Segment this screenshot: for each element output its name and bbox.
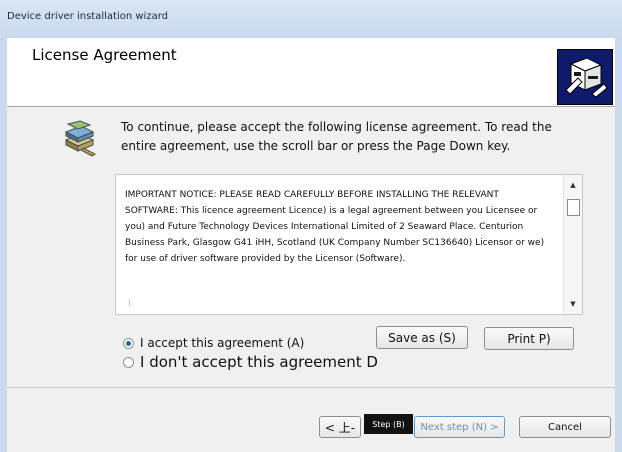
save-as-button[interactable]: Save as (S): [376, 326, 468, 349]
hardware-install-icon: [557, 49, 613, 105]
license-text-box[interactable]: IMPORTANT NOTICE: PLEASE READ CAREFULLY …: [115, 174, 583, 315]
header-panel: License Agreement: [7, 38, 615, 107]
back-step-tooltip: Step (B): [364, 414, 413, 434]
window-border-right: [615, 38, 622, 452]
accept-option[interactable]: I accept this agreement (A): [123, 334, 304, 352]
next-step-button[interactable]: Next step (N) >: [414, 416, 505, 438]
license-scrollbar[interactable]: ▲ ▼: [563, 175, 582, 314]
decline-label[interactable]: I don't accept this agreement D: [140, 353, 378, 371]
window-border-left: [0, 38, 7, 452]
cancel-button[interactable]: Cancel: [519, 416, 611, 438]
cursor-mark: [129, 299, 130, 306]
scroll-up-arrow-icon[interactable]: ▲: [564, 175, 582, 195]
window-title: Device driver installation wizard: [7, 11, 168, 22]
accept-radio[interactable]: [123, 337, 134, 349]
decline-option[interactable]: I don't accept this agreement D: [123, 353, 378, 371]
title-bar: Device driver installation wizard: [0, 0, 622, 38]
back-button[interactable]: < 上-: [319, 416, 361, 438]
scroll-thumb[interactable]: [567, 199, 580, 216]
footer-divider: [7, 387, 615, 388]
license-text: IMPORTANT NOTICE: PLEASE READ CAREFULLY …: [125, 190, 545, 264]
instruction-text: To continue, please accept the following…: [121, 120, 552, 153]
accept-label[interactable]: I accept this agreement (A): [140, 336, 304, 350]
print-button[interactable]: Print P): [484, 327, 574, 350]
page-title: License Agreement: [32, 46, 177, 64]
decline-radio[interactable]: [123, 356, 134, 368]
scroll-down-arrow-icon[interactable]: ▼: [564, 294, 582, 314]
software-stack-icon: [59, 118, 99, 158]
wizard-client-area: License Agreement To continue, please ac…: [7, 38, 615, 452]
